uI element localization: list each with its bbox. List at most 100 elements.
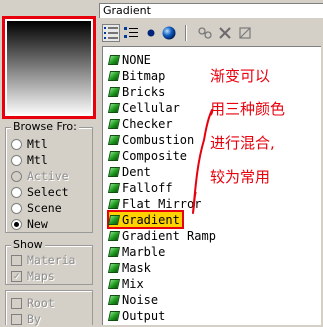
list-item[interactable]: Output <box>107 308 167 323</box>
list-item-label: Noise <box>122 292 159 307</box>
annotation-line: 渐变可以 <box>210 67 271 85</box>
list-item-label: Cellular <box>122 100 180 115</box>
sphere-view-icon[interactable] <box>160 24 178 42</box>
list-item-label: Composite <box>122 148 188 163</box>
list-item[interactable]: Noise <box>107 292 160 307</box>
checkbox-label: By <box>27 312 41 326</box>
checkbox-checked-icon: ✓ <box>11 270 22 282</box>
list-item[interactable]: Marble <box>107 244 167 259</box>
map-icon <box>107 182 121 193</box>
map-name-field[interactable]: Gradient <box>99 3 323 18</box>
radio-button-icon <box>11 170 22 182</box>
list-item-label: Gradient <box>122 212 180 227</box>
checkbox-label: Root <box>27 296 55 310</box>
update-scene-icon[interactable] <box>196 24 214 42</box>
radio-new[interactable]: New <box>11 216 48 232</box>
radio-selected[interactable]: Select <box>11 184 69 200</box>
list-item-label: Mix <box>122 276 144 291</box>
radio-active-slot: Active <box>11 168 69 184</box>
list-item-selected-gradient[interactable]: Gradient <box>107 210 184 229</box>
annotation-line: 进行混合, <box>210 134 275 152</box>
small-icons-view-icon[interactable] <box>122 24 140 42</box>
map-icon <box>107 54 121 65</box>
browser-toolbar <box>99 22 323 44</box>
map-icon <box>107 118 121 129</box>
map-icon <box>107 70 121 81</box>
map-icon <box>107 86 121 97</box>
list-item-label: Bitmap <box>122 68 166 83</box>
checkbox-icon <box>11 297 22 309</box>
show-title: Show <box>11 238 45 251</box>
list-item[interactable]: Composite <box>107 148 189 163</box>
list-item[interactable]: Bitmap <box>107 68 167 83</box>
radio-button-checked-icon[interactable] <box>11 218 22 230</box>
map-icon <box>107 150 121 161</box>
checkbox-materials: Materia <box>11 252 75 268</box>
map-icon <box>107 262 121 273</box>
radio-button-icon[interactable] <box>11 202 22 214</box>
sample-preview-frame <box>2 16 96 119</box>
list-item[interactable]: Flat Mirror <box>107 196 203 211</box>
large-icons-view-icon[interactable] <box>142 24 160 42</box>
annotation-line: 用三种颜色 <box>210 100 286 118</box>
annotation-line: 较为常用 <box>210 168 271 186</box>
map-icon <box>107 294 121 305</box>
list-item[interactable]: Dent <box>107 164 153 179</box>
map-icon <box>107 230 121 241</box>
list-item-label: Bricks <box>122 84 166 99</box>
list-item[interactable]: Mix <box>107 276 146 291</box>
list-item-label: Output <box>122 308 166 323</box>
checkbox-icon <box>11 254 22 266</box>
radio-label: Mtl <box>27 137 48 151</box>
list-item-label: Checker <box>122 116 173 131</box>
list-item[interactable]: Bricks <box>107 84 167 99</box>
list-item-label: Gradient Ramp <box>122 228 216 243</box>
list-item[interactable]: Combustion <box>107 132 196 147</box>
list-item-label: Dent <box>122 164 151 179</box>
view-options-group: Root By <box>5 290 93 326</box>
checkbox-maps: ✓ Maps <box>11 268 55 284</box>
map-icon <box>107 198 121 209</box>
checkbox-root-only: Root <box>11 295 55 311</box>
radio-label: Mtl <box>27 153 48 167</box>
list-item-label: Flat Mirror <box>122 196 202 211</box>
browse-from-group: Browse Fro: Mtl Mtl Active Select Scene … <box>5 120 93 233</box>
clear-icon[interactable] <box>236 24 254 42</box>
list-item[interactable]: Mask <box>107 260 153 275</box>
gradient-preview-swatch[interactable] <box>7 21 91 114</box>
radio-scene[interactable]: Scene <box>11 200 62 216</box>
map-icon <box>107 310 121 321</box>
list-item[interactable]: Checker <box>107 116 175 131</box>
list-item[interactable]: NONE <box>107 52 153 67</box>
delete-icon[interactable] <box>216 24 234 42</box>
radio-button-icon[interactable] <box>11 138 22 150</box>
browse-from-title: Browse Fro: <box>11 120 79 133</box>
show-group: Show Materia ✓ Maps <box>5 238 93 285</box>
checkbox-icon <box>11 313 22 325</box>
list-view-icon[interactable] <box>102 24 120 42</box>
radio-label: New <box>27 217 48 231</box>
map-icon <box>107 214 121 225</box>
toolbar-separator <box>185 25 187 41</box>
list-item-label: NONE <box>122 52 151 67</box>
map-icon <box>107 246 121 257</box>
checkbox-label: Materia <box>27 253 76 267</box>
list-item-label: Mask <box>122 260 151 275</box>
list-item-label: Combustion <box>122 132 195 147</box>
map-icon <box>107 134 121 145</box>
list-item[interactable]: Cellular <box>107 100 182 115</box>
radio-button-icon[interactable] <box>11 154 22 166</box>
radio-button-icon[interactable] <box>11 186 22 198</box>
list-item[interactable]: Falloff <box>107 180 175 195</box>
radio-mtl-library[interactable]: Mtl <box>11 136 48 152</box>
right-panel: Gradient NONE Bitmap Bricks Cellular Che… <box>99 0 323 325</box>
list-item-label: Falloff <box>122 180 173 195</box>
list-item-label: Marble <box>122 244 166 259</box>
radio-label: Select <box>27 185 69 199</box>
map-icon <box>107 278 121 289</box>
map-icon <box>107 166 121 177</box>
radio-mtl-editor[interactable]: Mtl <box>11 152 48 168</box>
list-item[interactable]: Gradient Ramp <box>107 228 218 243</box>
checkbox-label: Maps <box>27 269 55 283</box>
left-panel: Browse Fro: Mtl Mtl Active Select Scene … <box>0 0 99 326</box>
